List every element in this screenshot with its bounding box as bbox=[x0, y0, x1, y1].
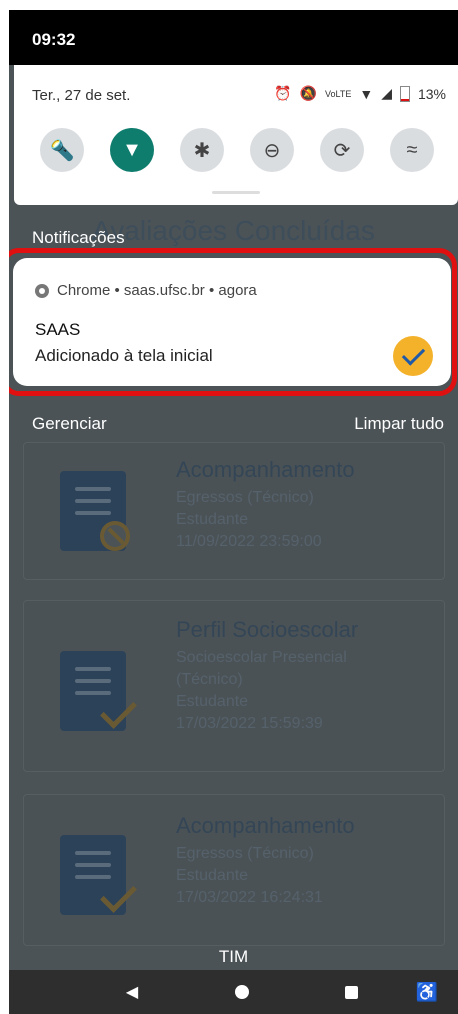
home-icon[interactable] bbox=[227, 970, 257, 1014]
carrier-label: TIM bbox=[218, 947, 249, 966]
phone-screen: Avaliações Concluídas Acompanhamento Egr… bbox=[9, 10, 458, 1014]
volte-icon: VoLTE bbox=[324, 88, 352, 99]
do-not-disturb-icon[interactable]: ⊖ bbox=[250, 128, 294, 172]
cell-signal-icon: ◢ bbox=[381, 85, 392, 101]
date-label: Ter., 27 de set. bbox=[32, 87, 131, 104]
bluetooth-icon[interactable]: ✱ bbox=[180, 128, 224, 172]
accessibility-icon[interactable]: ♿ bbox=[412, 970, 442, 1014]
card-line: 11/09/2022 23:59:00 bbox=[176, 533, 322, 550]
document-done-icon bbox=[60, 835, 137, 915]
navigation-bar: ◀ ♿ bbox=[9, 970, 458, 1014]
card-line: 17/03/2022 16:24:31 bbox=[176, 889, 323, 906]
quick-tiles: 🔦 ▼ ✱ ⊖ ⟳ ≈ bbox=[40, 128, 434, 172]
card-title: Acompanhamento bbox=[176, 457, 355, 482]
mute-icon: 🔕 bbox=[299, 85, 317, 101]
flashlight-icon[interactable]: 🔦 bbox=[40, 128, 84, 172]
card-line: 17/03/2022 15:59:39 bbox=[176, 715, 323, 732]
card-line: Estudante bbox=[176, 511, 249, 528]
checkmark-icon bbox=[100, 876, 137, 913]
battery-percent: 13% bbox=[417, 85, 446, 102]
card-line: Socioescolar Presencial bbox=[176, 649, 347, 666]
card-line: Estudante bbox=[176, 867, 249, 884]
manage-button[interactable]: Gerenciar bbox=[32, 414, 107, 434]
highlight-outline bbox=[9, 248, 457, 396]
blocked-icon bbox=[100, 521, 130, 551]
wifi-signal-icon: ▼ bbox=[359, 85, 374, 102]
card-line: Egressos (Técnico) bbox=[176, 845, 314, 862]
notifications-header: Notificações bbox=[32, 228, 125, 247]
clock: 09:32 bbox=[32, 30, 76, 49]
wifi-icon[interactable]: ▼ bbox=[110, 128, 154, 172]
card-title: Acompanhamento bbox=[176, 813, 355, 838]
card-title: Perfil Socioescolar bbox=[176, 617, 359, 642]
evaluation-card[interactable]: Acompanhamento Egressos (Técnico) Estuda… bbox=[23, 442, 445, 580]
recents-icon[interactable] bbox=[336, 970, 366, 1014]
card-line: Egressos (Técnico) bbox=[176, 489, 314, 506]
evaluation-card[interactable]: Perfil Socioescolar Socioescolar Presenc… bbox=[23, 600, 445, 772]
clear-all-button[interactable]: Limpar tudo bbox=[354, 414, 444, 434]
drag-handle[interactable] bbox=[212, 191, 260, 194]
status-icons: ⏰ 🔕 VoLTE ▼ ◢ 13% bbox=[274, 85, 446, 102]
notification-actions: Gerenciar Limpar tudo bbox=[32, 414, 444, 434]
evaluation-card[interactable]: Acompanhamento Egressos (Técnico) Estuda… bbox=[23, 794, 445, 946]
document-blocked-icon bbox=[60, 471, 130, 551]
quick-settings-panel: Ter., 27 de set. ⏰ 🔕 VoLTE ▼ ◢ 13% 🔦 ▼ ✱… bbox=[14, 65, 458, 205]
card-line: (Técnico) bbox=[176, 671, 243, 688]
card-line: Estudante bbox=[176, 693, 249, 710]
status-bar: 09:32 bbox=[9, 10, 458, 65]
battery-icon bbox=[399, 85, 410, 102]
alarm-icon: ⏰ bbox=[274, 85, 292, 101]
auto-rotate-icon[interactable]: ⟳ bbox=[320, 128, 364, 172]
checkmark-icon bbox=[100, 692, 137, 729]
back-icon[interactable]: ◀ bbox=[117, 970, 147, 1014]
data-saver-icon[interactable]: ≈ bbox=[390, 128, 434, 172]
document-done-icon bbox=[60, 651, 137, 731]
